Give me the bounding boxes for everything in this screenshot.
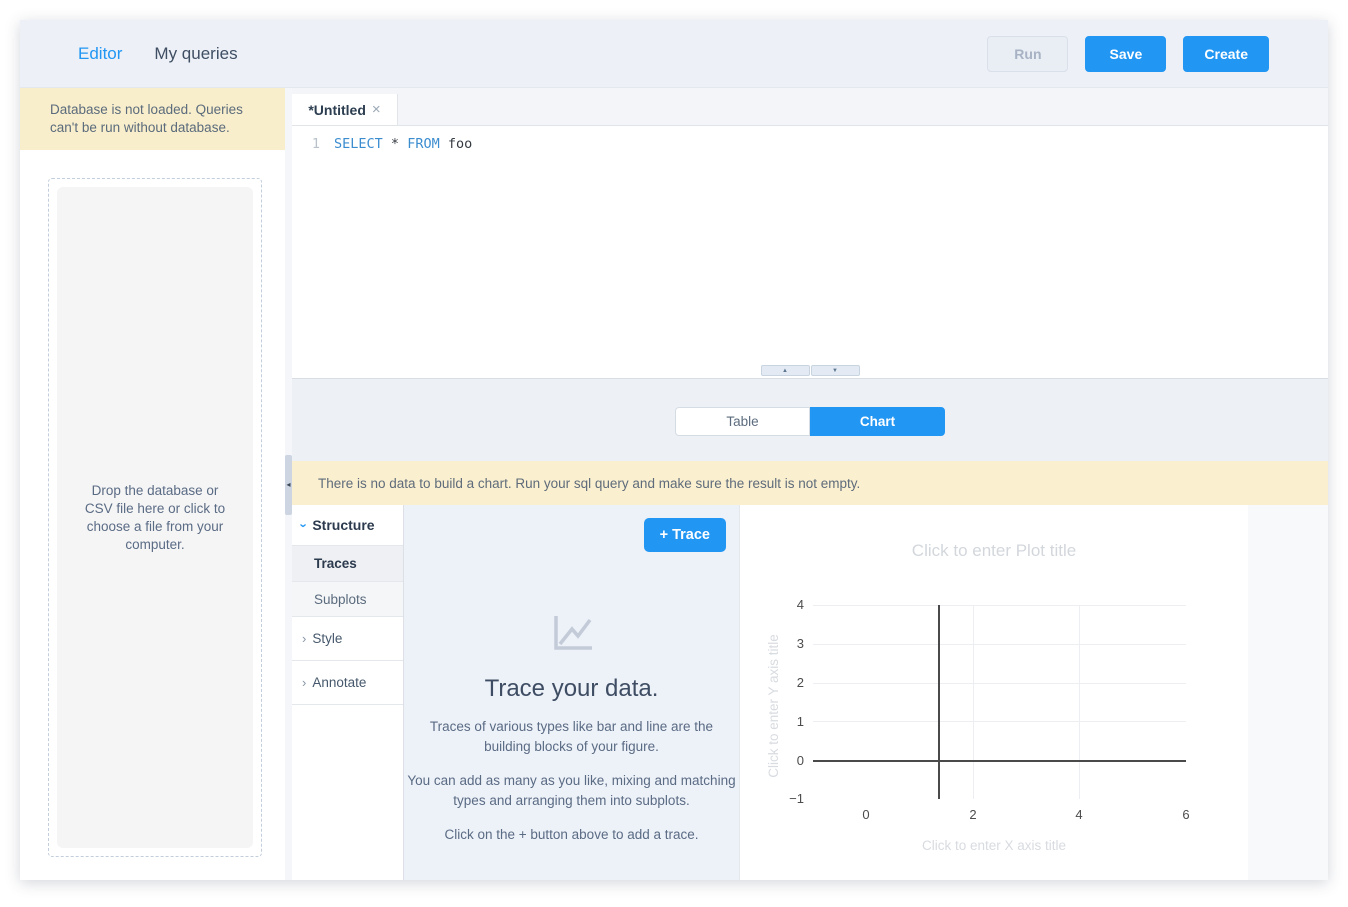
nav-annotate[interactable]: › Annotate xyxy=(292,661,403,705)
gridline xyxy=(813,644,1186,645)
header-actions: Run Save Create xyxy=(987,36,1328,72)
chart-builder: › Structure Traces Subplots › Style › xyxy=(292,505,1328,880)
sidebar-collapse-handle[interactable]: ◂ xyxy=(285,455,292,515)
empty-state-paragraph: Click on the + button above to add a tra… xyxy=(407,825,737,845)
sql-keyword: SELECT xyxy=(334,136,383,152)
arrow-down-icon: ▼ xyxy=(832,368,838,374)
sql-editor[interactable]: 1 SELECT * FROM foo xyxy=(292,126,1328,365)
empty-state-title: Trace your data. xyxy=(404,675,739,703)
nav-subplots-label: Subplots xyxy=(314,592,367,607)
plot-preview-panel: Click to enter Plot title Click to enter… xyxy=(740,505,1328,880)
tab-untitled[interactable]: *Untitled × xyxy=(292,94,398,125)
builder-nav: › Structure Traces Subplots › Style › xyxy=(292,505,404,880)
create-button[interactable]: Create xyxy=(1183,36,1269,72)
nav-traces-label: Traces xyxy=(314,556,357,571)
traces-empty-state: Trace your data. Traces of various types… xyxy=(404,505,739,845)
empty-state-paragraph: You can add as many as you like, mixing … xyxy=(407,771,737,811)
nav-editor[interactable]: Editor xyxy=(78,44,122,64)
toggle-table-button[interactable]: Table xyxy=(675,407,810,436)
line-chart-icon xyxy=(548,610,596,654)
y-tick-label: 2 xyxy=(740,675,804,691)
y-zero-line xyxy=(813,760,1186,762)
arrow-up-icon: ▲ xyxy=(782,368,788,374)
nav-subplots[interactable]: Subplots xyxy=(292,582,403,617)
query-tabbar: *Untitled × xyxy=(292,88,1328,126)
gridline xyxy=(813,683,1186,684)
app-window: Editor My queries Run Save Create Databa… xyxy=(20,20,1328,880)
database-sidebar: Database is not loaded. Queries can't be… xyxy=(20,88,285,880)
file-dropzone[interactable]: Drop the database or CSV file here or cl… xyxy=(48,178,262,857)
x-tick-label: 6 xyxy=(1166,807,1206,822)
sql-table-name: foo xyxy=(448,136,472,152)
results-toolbar: Table Chart xyxy=(292,378,1328,461)
x-tick-label: 0 xyxy=(846,807,886,822)
traces-panel: + Trace Trace your data. Traces of vario… xyxy=(404,505,740,880)
chevron-right-icon: › xyxy=(302,631,306,646)
add-trace-button[interactable]: + Trace xyxy=(644,518,726,552)
chart-no-data-warning: There is no data to build a chart. Run y… xyxy=(292,461,1328,505)
pane-resize-strip: ▲ ▼ xyxy=(292,365,1328,378)
plot-surface: Click to enter Plot title Click to enter… xyxy=(740,505,1248,880)
empty-state-paragraph: Traces of various types like bar and lin… xyxy=(407,717,737,757)
y-tick-label: −1 xyxy=(740,791,804,807)
tab-title: *Untitled xyxy=(308,102,366,118)
save-button[interactable]: Save xyxy=(1085,36,1166,72)
nav-style[interactable]: › Style xyxy=(292,617,403,661)
nav-traces[interactable]: Traces xyxy=(292,546,403,582)
x-tick-label: 2 xyxy=(953,807,993,822)
gridline xyxy=(813,721,1186,722)
sidebar-gutter: ◂ xyxy=(285,88,292,880)
chevron-down-icon: › xyxy=(297,523,312,527)
sql-code[interactable]: SELECT * FROM foo xyxy=(320,134,472,154)
dropzone-label: Drop the database or CSV file here or cl… xyxy=(57,482,253,554)
collapse-left-icon: ◂ xyxy=(286,481,290,489)
code-line: 1 SELECT * FROM foo xyxy=(292,134,1328,154)
y-tick-label: 3 xyxy=(740,636,804,652)
app-header: Editor My queries Run Save Create xyxy=(20,20,1328,88)
resize-down-button[interactable]: ▼ xyxy=(811,365,860,376)
y-tick-label: 1 xyxy=(740,714,804,730)
line-number: 1 xyxy=(292,134,320,154)
plot-title-placeholder[interactable]: Click to enter Plot title xyxy=(740,541,1248,561)
x-zero-line xyxy=(938,605,940,799)
x-tick-label: 4 xyxy=(1059,807,1099,822)
y-tick-label: 0 xyxy=(740,753,804,769)
sql-operator: * xyxy=(391,136,399,152)
gridline xyxy=(1079,605,1080,799)
nav-structure[interactable]: › Structure xyxy=(292,505,403,546)
x-axis-title-placeholder[interactable]: Click to enter X axis title xyxy=(740,838,1248,853)
header-nav: Editor My queries xyxy=(20,44,238,64)
tab-close-icon[interactable]: × xyxy=(372,101,381,118)
sql-keyword: FROM xyxy=(407,136,440,152)
y-tick-label: 4 xyxy=(740,597,804,613)
run-button[interactable]: Run xyxy=(987,36,1068,72)
view-toggle: Table Chart xyxy=(675,407,945,436)
file-dropzone-inner[interactable]: Drop the database or CSV file here or cl… xyxy=(57,187,253,848)
gridline xyxy=(973,605,974,799)
database-warning: Database is not loaded. Queries can't be… xyxy=(20,88,285,150)
nav-style-label: Style xyxy=(312,631,342,646)
nav-my-queries[interactable]: My queries xyxy=(154,44,237,64)
nav-structure-label: Structure xyxy=(312,517,374,533)
gridline xyxy=(813,605,1186,606)
plot-region xyxy=(813,605,1186,799)
chevron-right-icon: › xyxy=(302,675,306,690)
resize-up-button[interactable]: ▲ xyxy=(761,365,810,376)
toggle-chart-button[interactable]: Chart xyxy=(810,407,945,436)
nav-annotate-label: Annotate xyxy=(312,675,366,690)
